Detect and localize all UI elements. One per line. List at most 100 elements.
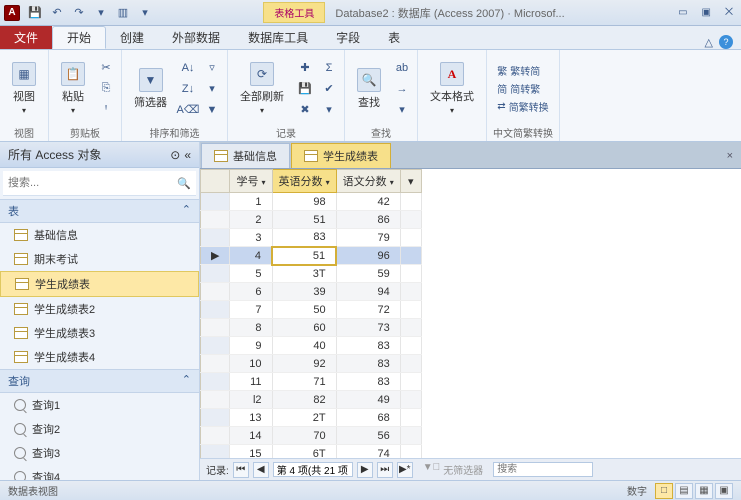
tab-home[interactable]: 开始: [52, 26, 106, 49]
cut-icon[interactable]: ✂: [97, 59, 115, 77]
refresh-button[interactable]: ⟳全部刷新▾: [234, 60, 290, 117]
nav-query-item[interactable]: 查询3: [0, 441, 199, 465]
nav-category-tables[interactable]: 表⌃: [0, 199, 199, 223]
cell[interactable]: 50: [272, 301, 336, 319]
cell[interactable]: 10: [230, 355, 272, 373]
nav-collapse-icon[interactable]: «: [184, 148, 191, 162]
selection-filter-icon[interactable]: ▿: [203, 59, 221, 77]
qat-redo-icon[interactable]: ↷: [70, 4, 88, 22]
cell[interactable]: 8: [230, 319, 272, 337]
table-row[interactable]: 109283: [201, 355, 422, 373]
cell[interactable]: 73: [336, 319, 400, 337]
cell[interactable]: 94: [336, 283, 400, 301]
cell[interactable]: 83: [336, 355, 400, 373]
next-record-button[interactable]: ▶: [357, 462, 373, 478]
table-row[interactable]: 53T59: [201, 265, 422, 283]
nav-table-item[interactable]: 期末考试: [0, 247, 199, 271]
nav-table-item[interactable]: 学生成绩表3: [0, 321, 199, 345]
minimize-icon[interactable]: ▭: [674, 5, 691, 20]
cell[interactable]: 71: [272, 373, 336, 391]
row-selector[interactable]: [201, 229, 230, 247]
doc-close-icon[interactable]: ×: [719, 150, 741, 162]
cell[interactable]: 11: [230, 373, 272, 391]
cell[interactable]: 68: [336, 409, 400, 427]
row-selector[interactable]: [201, 319, 230, 337]
cell[interactable]: 56: [336, 427, 400, 445]
cell[interactable]: 82: [272, 391, 336, 409]
nav-table-item[interactable]: 基础信息: [0, 223, 199, 247]
cell[interactable]: 15: [230, 445, 272, 459]
table-row[interactable]: 75072: [201, 301, 422, 319]
view-button[interactable]: ▦视图▾: [6, 60, 42, 117]
table-row[interactable]: 25186: [201, 211, 422, 229]
cell[interactable]: 83: [272, 229, 336, 247]
cell[interactable]: 83: [336, 373, 400, 391]
row-selector[interactable]: [201, 211, 230, 229]
prev-record-button[interactable]: ◀: [253, 462, 269, 478]
cell[interactable]: 98: [272, 193, 336, 211]
nav-category-queries[interactable]: 查询⌃: [0, 369, 199, 393]
cell[interactable]: 70: [272, 427, 336, 445]
document-tab[interactable]: 学生成绩表: [291, 143, 391, 168]
view-mode-button[interactable]: ▦: [695, 483, 713, 499]
qat-undo-icon[interactable]: ↶: [48, 4, 66, 22]
table-row[interactable]: ▶45196: [201, 247, 422, 265]
cell[interactable]: 86: [336, 211, 400, 229]
formatpainter-icon[interactable]: Ꞌ: [97, 101, 115, 119]
nav-query-item[interactable]: 查询2: [0, 417, 199, 441]
tab-fields[interactable]: 字段: [322, 26, 374, 49]
row-selector[interactable]: [201, 427, 230, 445]
sort-asc-icon[interactable]: A↓: [179, 59, 197, 77]
ribbon-collapse-icon[interactable]: △: [705, 36, 713, 49]
row-selector[interactable]: [201, 283, 230, 301]
table-row[interactable]: 117183: [201, 373, 422, 391]
row-selector[interactable]: [201, 445, 230, 459]
table-row[interactable]: 147056: [201, 427, 422, 445]
qat-more-icon[interactable]: ▾: [92, 4, 110, 22]
cell[interactable]: 79: [336, 229, 400, 247]
nav-header[interactable]: 所有 Access 对象 ⊙«: [0, 142, 199, 168]
cell[interactable]: 51: [272, 211, 336, 229]
new-record-button[interactable]: ▶*: [397, 462, 413, 478]
cell[interactable]: 72: [336, 301, 400, 319]
sort-desc-icon[interactable]: Z↓: [179, 80, 197, 98]
add-column-header[interactable]: ▾: [400, 170, 421, 193]
cell[interactable]: 14: [230, 427, 272, 445]
last-record-button[interactable]: ⏭: [377, 462, 393, 478]
row-selector[interactable]: [201, 391, 230, 409]
row-selector[interactable]: [201, 373, 230, 391]
cell[interactable]: 2: [230, 211, 272, 229]
cell[interactable]: 74: [336, 445, 400, 459]
cell[interactable]: 51: [272, 247, 336, 265]
textfmt-button[interactable]: A文本格式▾: [424, 60, 480, 117]
help-icon[interactable]: ?: [719, 35, 733, 49]
cell[interactable]: 5: [230, 265, 272, 283]
table-row[interactable]: 132T68: [201, 409, 422, 427]
nav-query-item[interactable]: 查询1: [0, 393, 199, 417]
cell[interactable]: 6T: [272, 445, 336, 459]
cell[interactable]: 42: [336, 193, 400, 211]
cell[interactable]: 40: [272, 337, 336, 355]
nav-table-item[interactable]: 学生成绩表: [0, 271, 199, 297]
cell[interactable]: 13: [230, 409, 272, 427]
save-record-icon[interactable]: 💾: [296, 80, 314, 98]
nav-table-item[interactable]: 学生成绩表4: [0, 345, 199, 369]
record-position-input[interactable]: [273, 462, 353, 477]
replace-icon[interactable]: ab: [393, 59, 411, 77]
cell[interactable]: 1: [230, 193, 272, 211]
first-record-button[interactable]: ⏮: [233, 462, 249, 478]
table-row[interactable]: 94083: [201, 337, 422, 355]
table-row[interactable]: 86073: [201, 319, 422, 337]
table-row[interactable]: l28249: [201, 391, 422, 409]
cell[interactable]: 4: [230, 247, 272, 265]
new-record-icon[interactable]: ✚: [296, 59, 314, 77]
cell[interactable]: 7: [230, 301, 272, 319]
cell[interactable]: 96: [336, 247, 400, 265]
cell[interactable]: 39: [272, 283, 336, 301]
cell[interactable]: 59: [336, 265, 400, 283]
cell[interactable]: 83: [336, 337, 400, 355]
close-icon[interactable]: ⨉: [721, 5, 737, 20]
simp-to-trad-button[interactable]: 简简转繁: [495, 81, 550, 96]
qat-extra2-icon[interactable]: ▾: [136, 4, 154, 22]
filter-button[interactable]: ▼筛选器: [128, 66, 173, 112]
